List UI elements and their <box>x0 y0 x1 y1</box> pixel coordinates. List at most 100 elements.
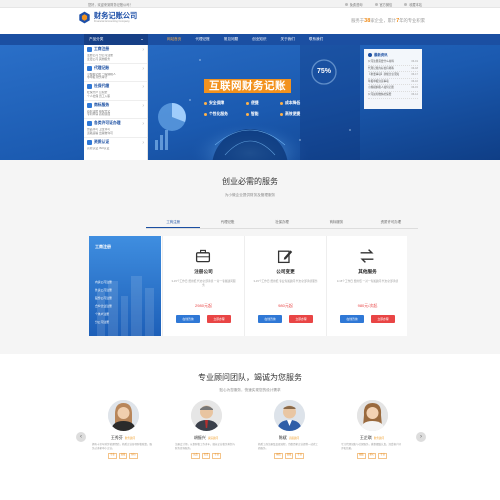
avatar <box>356 400 388 431</box>
category-toggle[interactable]: 产品分类 <box>84 34 148 45</box>
site-logo[interactable]: 财务记账公司 Financial Accounting Company <box>78 11 137 24</box>
tab-accounting[interactable]: 代理记账 <box>200 216 254 228</box>
news-item-date: 06-15 <box>411 86 418 90</box>
member-name: 胡振兴 <box>193 435 206 440</box>
sidebar-item-label: 工商注册 <box>94 47 110 51</box>
briefcase-icon <box>195 249 211 263</box>
member-role: 财务顾问 <box>124 437 136 440</box>
member-tag: 热情 <box>274 453 283 459</box>
nav-item-home[interactable]: 网站首页 <box>160 34 188 45</box>
banner-tag-label: 成本降低 <box>285 101 301 105</box>
sidebar-item-sub: 小规模记账 一般纳税人 零申报 财务审计 <box>87 72 116 80</box>
news-item[interactable]: 小规模纳税人如何记账 06-15 <box>368 85 418 92</box>
consult-button[interactable]: 在线咨询 <box>258 315 282 323</box>
phone-icon <box>344 3 348 6</box>
member-tag: 专业 <box>378 453 387 459</box>
bullet-icon <box>246 102 249 105</box>
collect-label: 收藏本站 <box>409 3 422 7</box>
team-subtitle: 贴心为您服务，快速实现您的设计需求 <box>219 388 281 392</box>
ledger-icon <box>87 65 92 71</box>
sidebar-item-license[interactable]: 各类许可证办理 食品许可 卫生许可 道路运输 出版物许可 <box>84 119 147 138</box>
sidebar-item-accounting[interactable]: 代理记账 小规模记账 一般纳税人 零申报 财务审计 <box>84 64 147 82</box>
team-member-card[interactable]: 王秀芬 财务顾问 拥有十余年财务管理经验，熟悉企业各项财税政策，服务过多家中小企业… <box>88 400 158 459</box>
nav-item-about[interactable]: 关于我们 <box>274 34 302 45</box>
sidebar-item-label: 各类许可证办理 <box>94 121 121 125</box>
phone-label: 免费咨询 <box>349 3 363 7</box>
team-member-card[interactable]: 胡振兴 资深顾问 注册会计师，从事财税工作多年，擅长企业税务筹划与财务咨询服务。 … <box>171 400 241 459</box>
service-card-name: 公司变更 <box>276 269 295 274</box>
sidebar-item-sub: 商标注册 版权登记 专利申请 商标续展 <box>87 109 111 117</box>
badge-icon <box>87 139 92 145</box>
bullet-icon <box>280 113 283 116</box>
member-desc: 拥有十余年财务管理经验，熟悉企业各项财税政策，服务过多家中小企业。 <box>92 443 153 450</box>
prev-arrow-button[interactable]: ‹ <box>76 432 86 442</box>
member-tag: 专业 <box>295 453 304 459</box>
consult-button[interactable]: 在线咨询 <box>340 315 364 323</box>
wechat-link[interactable]: 官方微信 <box>374 2 392 7</box>
service-category-item[interactable]: 外资公司注册 <box>95 288 112 292</box>
banner-tag: 高效便捷 <box>280 112 300 117</box>
sidebar-item-registration[interactable]: 工商注册注册公司 分公司注册 变更公司 其他服务 <box>84 45 147 64</box>
tab-trademark[interactable]: 商标服务 <box>309 216 363 228</box>
building-icon <box>87 47 92 52</box>
sidebar-item-social[interactable]: 社保代缴 社保开户 公积金 个人社保 员工入职 <box>84 82 147 101</box>
team-member-card[interactable]: 王芷琪 财务顾问 专注代理记账与社保服务，做事细致认真，深受客户好评和信赖。 细致… <box>337 400 407 459</box>
tab-license[interactable]: 资质许可办理 <box>364 216 418 228</box>
news-item[interactable]: 代理记账的好处有哪些 06-18 <box>368 66 418 73</box>
consult-button[interactable]: 在线咨询 <box>176 315 200 323</box>
nav-item-accounting[interactable]: 代理记账 <box>188 34 216 45</box>
header: 财务记账公司 Financial Accounting Company 服务于3… <box>0 8 500 34</box>
member-tag: 认真 <box>191 453 200 459</box>
apply-button[interactable]: 立即办理 <box>289 315 313 323</box>
news-item[interactable]: 年报申报注意事项 06-16 <box>368 79 418 86</box>
news-item[interactable]: 公司注册需要什么材料 06-19 <box>368 59 418 66</box>
logo-icon <box>79 11 90 24</box>
news-item-date: 06-14 <box>411 92 418 96</box>
news-item-title: 小规模纳税人如何记账 <box>368 86 394 90</box>
sidebar-item-trademark[interactable]: 商标服务 商标注册 版权登记 专利申请 商标续展 <box>84 101 147 119</box>
nav-item-contact[interactable]: 联系我们 <box>302 34 330 45</box>
team-member-card[interactable]: 陈斌 高级顾问 熟悉工商注册及变更流程，为数百家企业提供一站式工商服务。 热情 高效… <box>254 400 324 459</box>
news-title: 最新资讯 <box>374 53 388 57</box>
avatar <box>190 400 222 431</box>
banner-tag: 个性化服务 <box>204 112 228 117</box>
collect-link[interactable]: 收藏本站 <box>404 2 422 7</box>
tab-registration[interactable]: 工商注册 <box>146 216 201 228</box>
nav-item-faq[interactable]: 常见问题 <box>217 34 245 45</box>
service-category-item[interactable]: 合伙企业注册 <box>95 304 112 308</box>
news-item-date: 06-17 <box>411 73 418 77</box>
banner-tag: 智能 <box>246 112 259 117</box>
document-icon <box>87 121 92 126</box>
tab-social[interactable]: 社保办理 <box>255 216 309 228</box>
service-category-item[interactable]: 个体户注册 <box>95 312 109 316</box>
news-box: 最新资讯 公司注册需要什么材料 06-19 代理记账的好处有哪些 06-18 【重要… <box>364 49 422 109</box>
service-category-item[interactable]: 内资公司注册 <box>95 280 112 284</box>
news-item[interactable]: 公司如何缴纳社保费 06-14 <box>368 92 418 99</box>
next-arrow-button[interactable]: › <box>416 432 426 442</box>
service-card: 其他服务 3-15个工作日 费用低 一对一专属顾问 代办全部手续 980元/次起… <box>326 236 407 336</box>
nav-item-knowledge[interactable]: 创业知识 <box>245 34 273 45</box>
phone-link[interactable]: 免费咨询 <box>344 2 363 7</box>
swap-arrows-icon <box>360 249 374 263</box>
service-category-item[interactable]: 分公司注册 <box>95 320 109 324</box>
apply-button[interactable]: 立即办理 <box>371 315 395 323</box>
star-icon <box>404 3 408 6</box>
sidebar-item-sub: 注册公司 分公司注册 变更公司 其他服务 <box>87 54 113 61</box>
avatar <box>107 400 139 431</box>
sidebar-item-certification[interactable]: 资质认证 高新认证 ISO认证 <box>84 138 147 157</box>
service-category-item[interactable]: 股份公司注册 <box>95 296 112 300</box>
member-tag: 细致 <box>357 453 366 459</box>
sidebar-item-sub: 社保开户 公积金 个人社保 员工入职 <box>87 91 111 98</box>
news-item-title: 代理记账的好处有哪些 <box>368 66 394 70</box>
service-card: 公司变更 3-15个工作日 费用低 专业专属顾问 代办全部手续服务 980元起 … <box>244 236 325 336</box>
news-item-date: 06-18 <box>411 66 418 70</box>
member-tag: 耐心 <box>367 453 377 459</box>
news-item[interactable]: 【重要事项】新规企业须知 06-17 <box>368 72 418 79</box>
service-card-desc: 3-15个工作日 费用低 代办全部手续 一对一专属顾问服务 <box>171 280 236 288</box>
member-name: 王秀芬 <box>110 435 123 440</box>
member-desc: 熟悉工商注册及变更流程，为数百家企业提供一站式工商服务。 <box>258 443 319 450</box>
service-card-price: 980元/次起 <box>357 303 378 308</box>
wechat-icon <box>374 3 378 6</box>
apply-button[interactable]: 立即办理 <box>207 315 231 323</box>
banner-tag-label: 个性化服务 <box>209 112 228 116</box>
